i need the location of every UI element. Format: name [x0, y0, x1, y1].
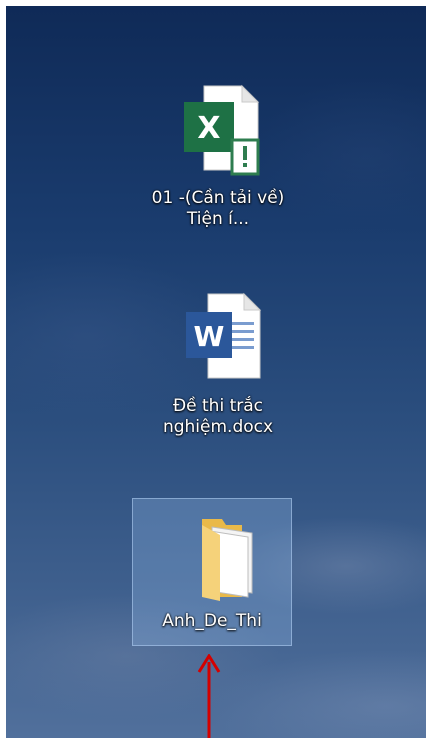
svg-text:X: X [197, 111, 220, 146]
desktop-icon-word-document[interactable]: W Đề thi trắc nghiệm.docx [138, 290, 298, 438]
word-document-icon: W [170, 290, 266, 390]
excel-file-with-warning-icon: X [170, 82, 266, 182]
red-arrow-icon [197, 653, 221, 738]
desktop-background: X 01 -(Cần tải về) Tiện í... W Đề thi tr… [6, 6, 426, 738]
desktop-icon-label: Đề thi trắc nghiệm.docx [162, 396, 274, 437]
svg-text:W: W [194, 320, 225, 353]
folder-icon [164, 505, 260, 605]
desktop-icon-folder[interactable]: Anh_De_Thi [132, 498, 292, 646]
desktop-icon-label: Anh_De_Thi [162, 611, 262, 631]
desktop-icon-excel-file[interactable]: X 01 -(Cần tải về) Tiện í... [138, 82, 298, 230]
desktop-icon-label: 01 -(Cần tải về) Tiện í... [151, 188, 285, 229]
